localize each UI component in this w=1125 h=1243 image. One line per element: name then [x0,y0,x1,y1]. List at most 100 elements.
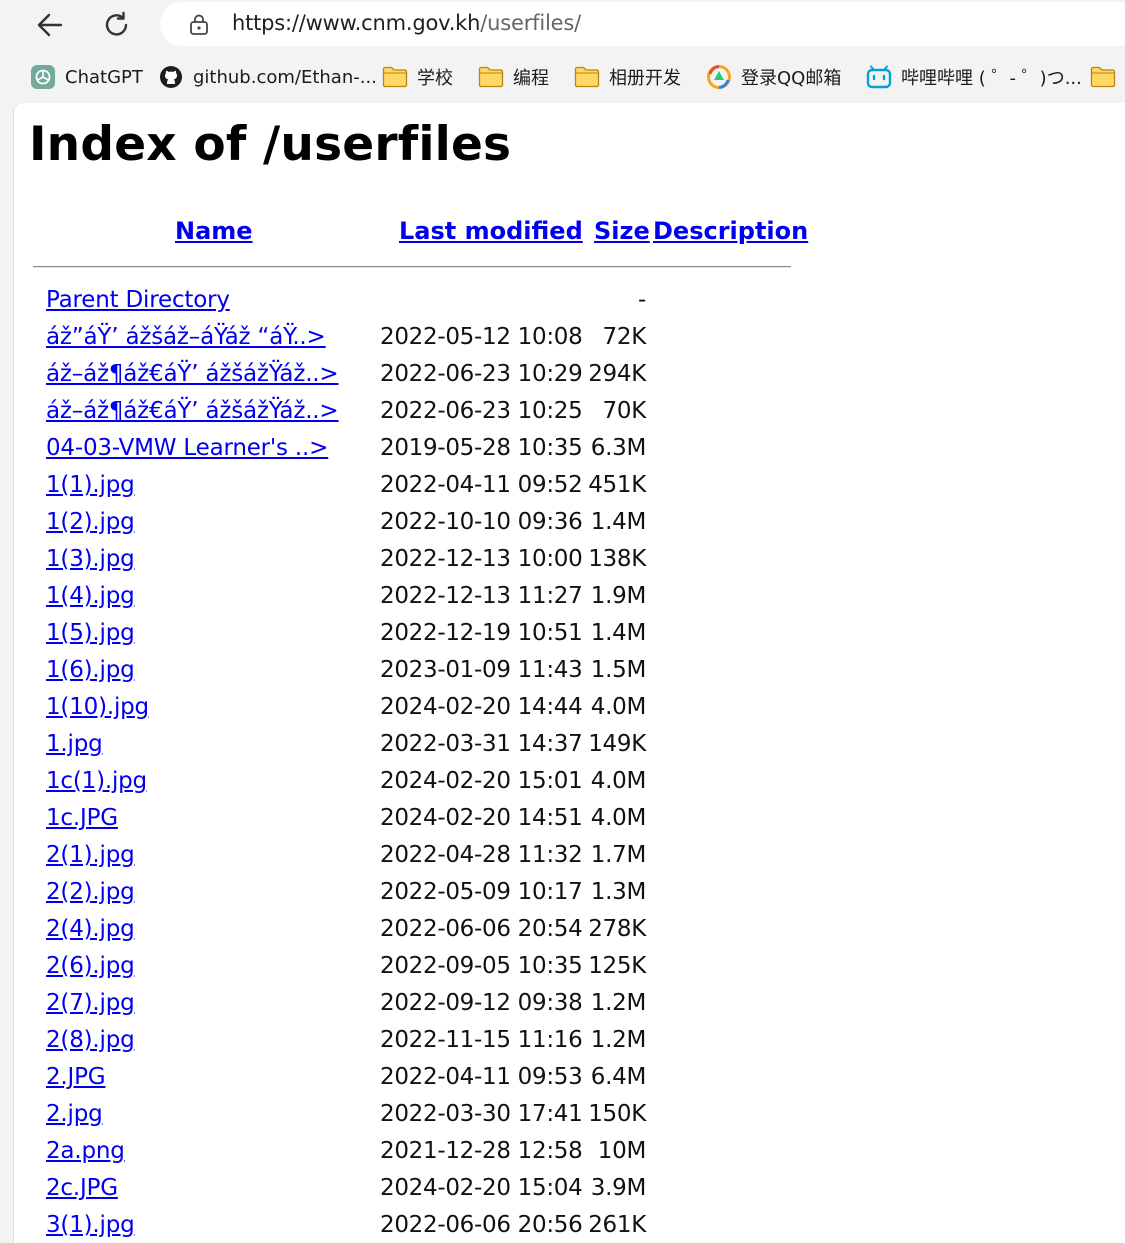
github-icon [158,64,184,90]
file-link[interactable]: 2(4).jpg [46,916,135,942]
file-modified-date: 2022-04-28 11:32 [380,842,583,868]
file-modified-date: 2019-05-28 10:35 [380,435,583,461]
parent-directory-link[interactable]: Parent Directory [46,287,230,313]
file-size: 6.4M [590,1064,647,1090]
folder-icon [478,64,504,90]
file-link[interactable]: 2.JPG [46,1064,106,1090]
file-link[interactable]: 1(5).jpg [46,620,135,646]
file-link[interactable]: áž”áŸ’ ážšáž–áŸáž “áŸ..> [46,324,326,350]
bookmark-label: 相册开发 [609,68,681,89]
bookmark-github[interactable]: github.com/Ethan-... [158,63,377,91]
file-row: 1(3).jpg 2022-12-13 10:00 138K [14,544,814,581]
file-row: 1c(1).jpg 2024-02-20 15:01 4.0M [14,766,814,803]
file-link[interactable]: 1c.JPG [46,805,118,831]
bookmark-folder-programming[interactable]: 编程 [478,63,549,91]
file-row: 2.jpg 2022-03-30 17:41 150K [14,1099,814,1136]
file-link[interactable]: 2c.JPG [46,1175,118,1201]
file-link[interactable]: 2(2).jpg [46,879,135,905]
bookmark-label: github.com/Ethan-... [193,66,377,88]
file-link[interactable]: 2.jpg [46,1101,103,1127]
file-link[interactable]: 1.jpg [46,731,103,757]
browser-toolbar: https://www.cnm.gov.kh/userfiles/ [0,0,1125,50]
sort-by-name-link[interactable]: Name [175,217,253,245]
file-modified-date: 2024-02-20 14:51 [380,805,583,831]
file-row: 2a.png 2021-12-28 12:58 10M [14,1136,814,1173]
file-row: 2(6).jpg 2022-09-05 10:35 125K [14,951,814,988]
file-modified-date: 2022-06-23 10:29 [380,361,583,387]
file-link[interactable]: 1(1).jpg [46,472,135,498]
bookmarks-bar: ChatGPT github.com/Ethan-... 学校 编程 相册开发 … [0,54,1125,100]
file-link[interactable]: 04-03-VMW Learner's ..> [46,435,328,461]
file-link[interactable]: 2(7).jpg [46,990,135,1016]
bookmark-bilibili[interactable]: 哔哩哔哩 ( ゜- ゜)つ... [866,63,1082,91]
folder-icon [574,64,600,90]
file-row: 3(1).jpg 2022-06-06 20:56 261K [14,1210,814,1243]
file-link[interactable]: 1(2).jpg [46,509,135,535]
file-link[interactable]: 1(10).jpg [46,694,149,720]
file-modified-date: 2022-04-11 09:52 [380,472,583,498]
folder-icon [382,64,408,90]
file-list: Parent Directory - áž”áŸ’ ážšáž–áŸáž “áŸ..… [14,285,814,1243]
file-link[interactable]: 2(6).jpg [46,953,135,979]
file-link[interactable]: 1(3).jpg [46,546,135,572]
file-size: 149K [588,731,646,757]
file-size: 1.4M [590,509,647,535]
sort-by-size-link[interactable]: Size [594,217,650,245]
page-title: Index of /userfiles [29,117,512,172]
reload-button[interactable] [98,6,136,44]
file-link[interactable]: áž–áž¶áž€áŸ’ ážšážŸáž..> [46,398,339,424]
qq-mail-icon [706,64,732,90]
file-size: 294K [588,361,646,387]
file-row: 1(6).jpg 2023-01-09 11:43 1.5M [14,655,814,692]
url-path: /userfiles/ [480,11,581,35]
file-modified-date: 2024-02-20 14:44 [380,694,583,720]
file-row: 1(5).jpg 2022-12-19 10:51 1.4M [14,618,814,655]
reload-icon [105,11,128,36]
file-size: 278K [588,916,646,942]
sort-by-modified-link[interactable]: Last modified [399,217,583,245]
address-bar[interactable]: https://www.cnm.gov.kh/userfiles/ [160,2,1125,46]
file-modified-date: 2022-09-05 10:35 [380,953,583,979]
file-size: 6.3M [590,435,647,461]
file-link[interactable]: 1c(1).jpg [46,768,147,794]
file-size: 1.5M [590,657,647,683]
file-link[interactable]: 2(1).jpg [46,842,135,868]
file-modified-date: 2022-04-11 09:53 [380,1064,583,1090]
file-row: 2c.JPG 2024-02-20 15:04 3.9M [14,1173,814,1210]
file-link[interactable]: 2a.png [46,1138,125,1164]
file-size: 1.7M [590,842,647,868]
sort-by-description-link[interactable]: Description [653,217,808,245]
bookmark-qq-mail[interactable]: 登录QQ邮箱 [706,63,841,91]
bookmark-chatgpt[interactable]: ChatGPT [30,63,143,91]
bookmark-label: 登录QQ邮箱 [741,68,842,89]
file-modified-date: 2022-12-13 10:00 [380,546,583,572]
file-size: 72K [602,324,647,350]
file-modified-date: 2022-03-30 17:41 [380,1101,583,1127]
bookmark-label: 哔哩哔哩 ( ゜- ゜)つ... [901,68,1082,89]
file-row: 1(10).jpg 2024-02-20 14:44 4.0M [14,692,814,729]
file-row: 1(1).jpg 2022-04-11 09:52 451K [14,470,814,507]
file-link[interactable]: 1(4).jpg [46,583,135,609]
url-text[interactable]: https://www.cnm.gov.kh/userfiles/ [232,11,581,35]
file-size: 150K [588,1101,646,1127]
file-row: 2.JPG 2022-04-11 09:53 6.4M [14,1062,814,1099]
file-link[interactable]: 2(8).jpg [46,1027,135,1053]
bookmark-folder-more[interactable] [1090,63,1125,91]
file-link[interactable]: 3(1).jpg [46,1212,135,1238]
url-host: https://www.cnm.gov.kh [232,11,481,35]
arrow-left-icon [37,13,63,37]
file-modified-date: 2022-10-10 09:36 [380,509,583,535]
file-size: 4.0M [590,768,647,794]
back-button[interactable] [31,6,69,44]
file-modified-date: 2022-11-15 11:16 [380,1027,583,1053]
bookmark-folder-album[interactable]: 相册开发 [574,63,681,91]
lock-icon[interactable] [188,13,210,35]
file-modified-date: 2024-02-20 15:01 [380,768,583,794]
file-link[interactable]: áž–áž¶áž€áŸ’ ážšážŸáž..> [46,361,339,387]
bookmark-folder-school[interactable]: 学校 [382,63,453,91]
file-link[interactable]: 1(6).jpg [46,657,135,683]
file-modified-date: 2022-05-12 10:08 [380,324,583,350]
folder-icon [1090,64,1116,90]
file-row: 1(4).jpg 2022-12-13 11:27 1.9M [14,581,814,618]
file-size: 1.2M [590,990,647,1016]
